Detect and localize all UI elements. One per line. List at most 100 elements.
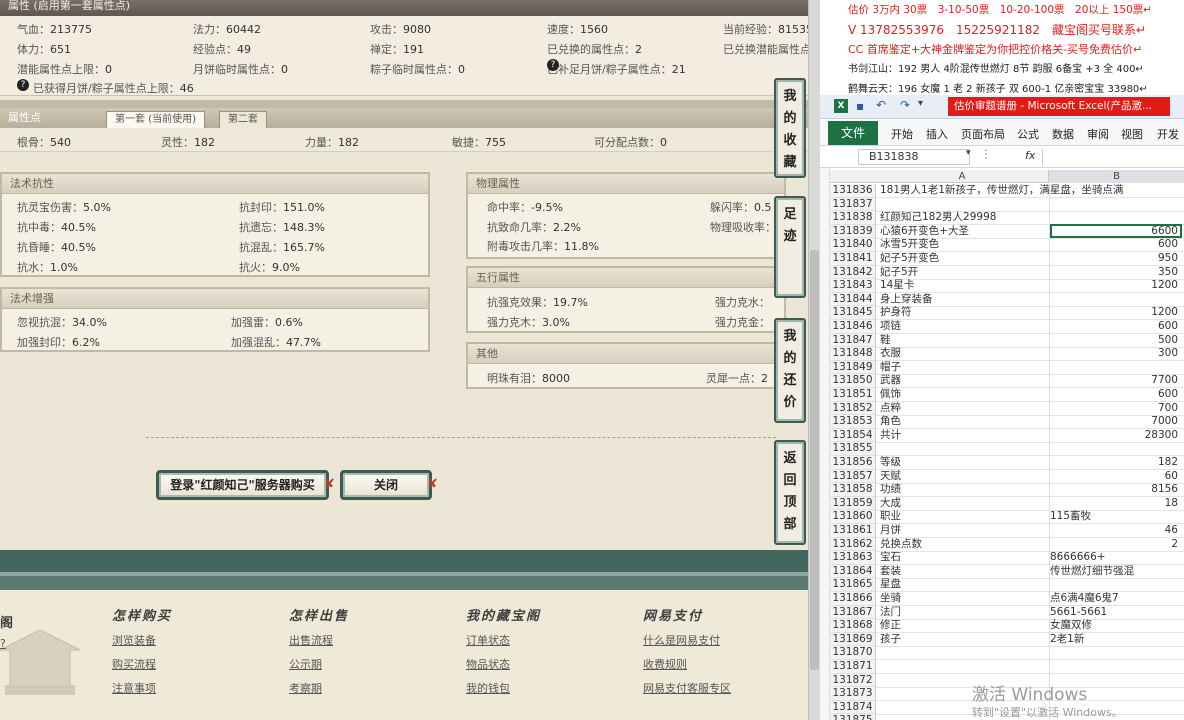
row-number[interactable]: 131861 bbox=[830, 524, 876, 538]
help-icon-2[interactable]: ? bbox=[547, 59, 559, 71]
cell-b[interactable] bbox=[1050, 646, 1182, 659]
row-number[interactable]: 131843 bbox=[830, 279, 876, 293]
cell-a[interactable]: 月饼 bbox=[880, 524, 1050, 537]
footer-link[interactable]: 网易支付客服专区 bbox=[643, 680, 731, 696]
cell-a[interactable]: 法门 bbox=[880, 606, 1050, 619]
row-number[interactable]: 131844 bbox=[830, 292, 876, 307]
row-number[interactable]: 131863 bbox=[830, 551, 876, 565]
cell-b[interactable]: 115畜牧 bbox=[1050, 510, 1182, 523]
cell-a[interactable]: 兑换点数 bbox=[880, 538, 1050, 551]
row-number[interactable]: 131860 bbox=[830, 510, 876, 524]
row-number[interactable]: 131841 bbox=[830, 252, 876, 266]
cell-a[interactable]: 项链 bbox=[880, 320, 1050, 333]
row-number[interactable]: 131847 bbox=[830, 333, 876, 348]
cell-a[interactable]: 帽子 bbox=[880, 361, 1050, 374]
tab-set-1[interactable]: 第一套 (当前使用) bbox=[106, 111, 205, 129]
footer-link[interactable]: 购买流程 bbox=[112, 656, 172, 672]
cell-b[interactable]: 600 bbox=[1050, 320, 1182, 333]
row-number[interactable]: 131865 bbox=[830, 578, 876, 592]
cell-b[interactable]: 60 bbox=[1050, 470, 1182, 483]
cell-a[interactable]: 身上穿装备 bbox=[880, 293, 1050, 306]
side-button-3[interactable]: 返回顶部 bbox=[774, 440, 806, 545]
row-number[interactable]: 131857 bbox=[830, 469, 876, 484]
ribbon-tab-0[interactable]: 文件 bbox=[828, 121, 878, 145]
row-number[interactable]: 131849 bbox=[830, 360, 876, 375]
row-number[interactable]: 131855 bbox=[830, 442, 876, 456]
cell-b[interactable]: 传世燃灯细节强混 bbox=[1050, 565, 1182, 578]
name-box[interactable]: B131838 bbox=[858, 149, 970, 165]
cell-a[interactable]: 大成 bbox=[880, 497, 1050, 510]
footer-link[interactable]: 物品状态 bbox=[466, 656, 541, 672]
cell-b[interactable]: 46 bbox=[1050, 524, 1182, 537]
cell-a[interactable]: 妃子5开变色 bbox=[880, 252, 1050, 265]
cell-a[interactable]: 妃子5开 bbox=[880, 266, 1050, 279]
scrollbar-thumb[interactable] bbox=[810, 250, 819, 670]
cell-b[interactable]: 500 bbox=[1050, 334, 1182, 347]
cell-b[interactable] bbox=[1050, 198, 1182, 211]
cell-b[interactable]: 8156 bbox=[1050, 483, 1182, 496]
save-icon[interactable]: ▪ bbox=[856, 99, 864, 113]
row-number[interactable]: 131868 bbox=[830, 619, 876, 633]
footer-link[interactable]: 出售流程 bbox=[289, 632, 349, 648]
cell-b[interactable]: 8666666+ bbox=[1050, 551, 1182, 564]
cell-b[interactable]: 7000 bbox=[1050, 415, 1182, 428]
row-number[interactable]: 131864 bbox=[830, 564, 876, 579]
cell-b[interactable]: 7700 bbox=[1050, 374, 1182, 387]
redo-icon[interactable]: ↷ bbox=[900, 98, 910, 112]
cell-b[interactable] bbox=[1050, 361, 1182, 374]
row-number[interactable]: 131870 bbox=[830, 646, 876, 660]
cell-b[interactable]: 2老1新 bbox=[1050, 633, 1182, 646]
cell-b[interactable]: 5661-5661 bbox=[1050, 606, 1182, 619]
cell-b[interactable]: 350 bbox=[1050, 266, 1182, 279]
side-button-0[interactable]: 我的收藏 bbox=[774, 78, 806, 178]
cell-b[interactable] bbox=[1050, 442, 1182, 455]
side-button-1[interactable]: 足迹 bbox=[774, 196, 806, 298]
cell-a[interactable]: 共计 bbox=[880, 429, 1050, 442]
row-number[interactable]: 131850 bbox=[830, 374, 876, 388]
row-number[interactable]: 131848 bbox=[830, 347, 876, 361]
cell-a[interactable]: 护身符 bbox=[880, 306, 1050, 319]
ribbon-tab-4[interactable]: 公式 bbox=[1017, 126, 1039, 142]
row-number[interactable]: 131853 bbox=[830, 415, 876, 429]
cell-a[interactable]: 心猿6开变色+大圣 bbox=[880, 225, 1050, 238]
footer-link[interactable]: 我的钱包 bbox=[466, 680, 541, 696]
footer-link[interactable]: 什么是网易支付 bbox=[643, 632, 731, 648]
cell-b[interactable] bbox=[1050, 211, 1182, 224]
scrollbar[interactable] bbox=[808, 0, 820, 720]
cell-a[interactable]: 角色 bbox=[880, 415, 1050, 428]
row-number[interactable]: 131851 bbox=[830, 388, 876, 402]
side-button-2[interactable]: 我的还价 bbox=[774, 318, 806, 423]
help-icon[interactable]: ? bbox=[17, 79, 29, 91]
cell-a[interactable]: 14星卡 bbox=[880, 279, 1050, 292]
formula-input[interactable] bbox=[1042, 149, 1182, 165]
row-number[interactable]: 131866 bbox=[830, 592, 876, 606]
cell-b[interactable] bbox=[1050, 660, 1182, 673]
ribbon-tab-6[interactable]: 审阅 bbox=[1087, 126, 1109, 142]
cell-b[interactable]: 1200 bbox=[1050, 279, 1182, 292]
ribbon-tab-2[interactable]: 插入 bbox=[926, 126, 948, 142]
cell-b[interactable]: 1200 bbox=[1050, 306, 1182, 319]
undo-icon[interactable]: ↶ bbox=[876, 98, 886, 112]
cell-a[interactable]: 星盘 bbox=[880, 578, 1050, 591]
cell-a[interactable]: 天赋 bbox=[880, 470, 1050, 483]
cell-b[interactable]: 28300 bbox=[1050, 429, 1182, 442]
cell-b[interactable] bbox=[1050, 184, 1182, 197]
footer-link[interactable]: 浏览装备 bbox=[112, 632, 172, 648]
column-header-a[interactable]: A bbox=[876, 170, 1049, 183]
row-number[interactable]: 131854 bbox=[830, 428, 876, 443]
cell-b[interactable]: 女魔双修 bbox=[1050, 619, 1182, 632]
row-number[interactable]: 131875 bbox=[830, 714, 876, 720]
cell-a[interactable]: 套装 bbox=[880, 565, 1050, 578]
ribbon-tab-5[interactable]: 数据 bbox=[1052, 126, 1074, 142]
row-number[interactable]: 131845 bbox=[830, 306, 876, 320]
login-buy-button[interactable]: 登录"红颜知己"服务器购买 bbox=[156, 470, 329, 500]
cell-a[interactable] bbox=[880, 198, 1050, 211]
cell-a[interactable]: 181男人1老1新孩子，传世燃灯，满星盘，坐骑点满 bbox=[880, 184, 1123, 197]
row-number[interactable]: 131840 bbox=[830, 238, 876, 252]
footer-link[interactable]: 订单状态 bbox=[466, 632, 541, 648]
cell-a[interactable]: 武器 bbox=[880, 374, 1050, 387]
ribbon-tab-7[interactable]: 视图 bbox=[1121, 126, 1143, 142]
row-number[interactable]: 131867 bbox=[830, 605, 876, 620]
tab-set-2[interactable]: 第二套 bbox=[219, 111, 267, 129]
cell-b[interactable]: 182 bbox=[1050, 456, 1182, 469]
